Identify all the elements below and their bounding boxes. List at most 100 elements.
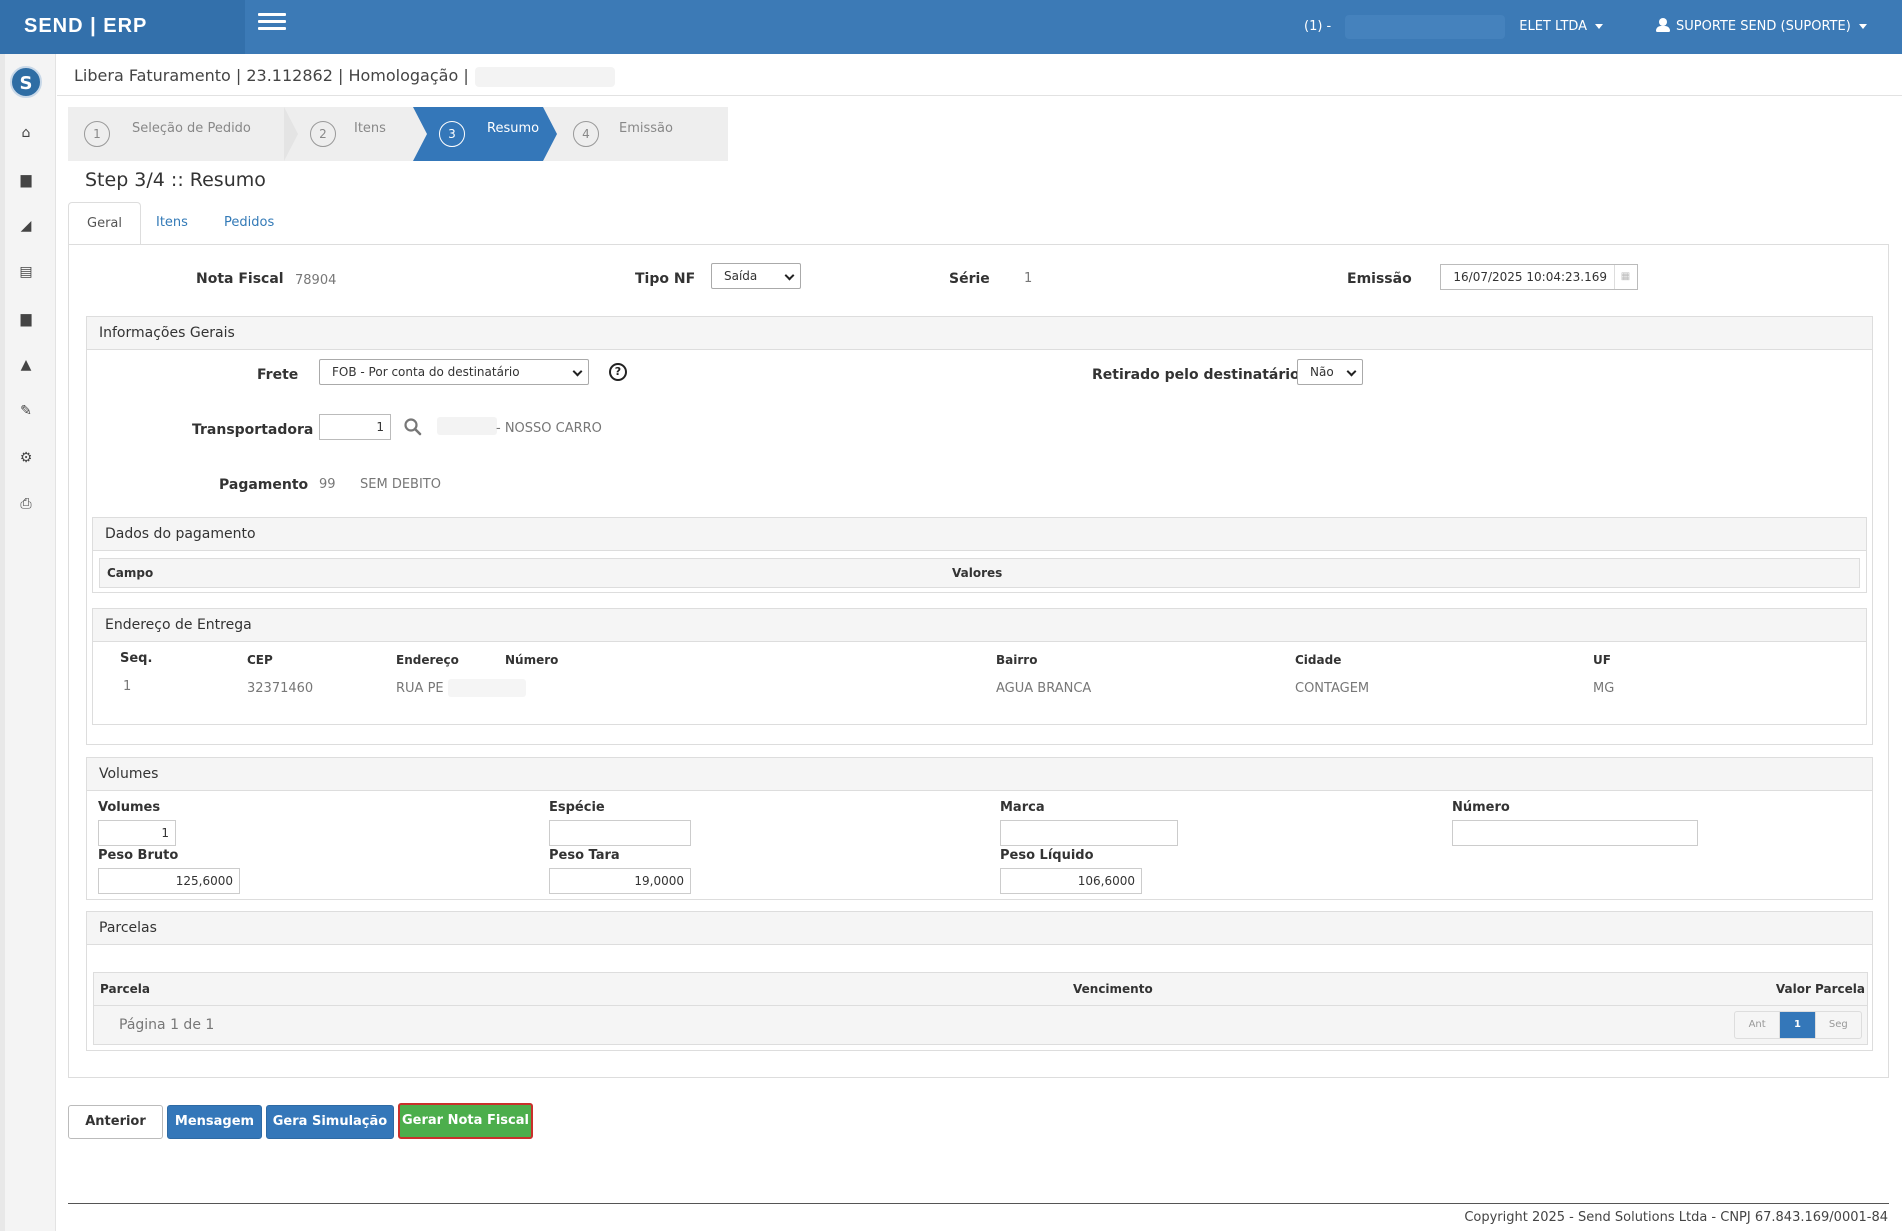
volumes-label: Volumes: [98, 800, 161, 815]
search-icon[interactable]: [403, 417, 423, 437]
column-header: Endereço: [396, 653, 459, 667]
nota-fiscal-label: Nota Fiscal: [196, 271, 284, 287]
emissao-input[interactable]: 16/07/2025 10:04:23.169: [1440, 264, 1638, 290]
user-menu[interactable]: SUPORTE SEND (SUPORTE): [1656, 0, 1867, 54]
menu-toggle-icon[interactable]: [258, 13, 286, 35]
road-icon[interactable]: ▲: [16, 356, 36, 374]
caret-down-icon: [1595, 24, 1604, 29]
peso-liquido-input[interactable]: 106,6000: [1000, 868, 1142, 894]
panel-title: Parcelas: [87, 912, 1872, 945]
step-label: Itens: [354, 121, 386, 136]
home-icon[interactable]: ⌂: [16, 124, 36, 142]
especie-input[interactable]: [549, 820, 691, 846]
serie-value: 1: [1024, 271, 1033, 286]
peso-liquido-label: Peso Líquido: [1000, 848, 1094, 863]
breadcrumb: Libera Faturamento | 23.112862 | Homolog…: [74, 66, 615, 87]
pager: Ant 1 Seg: [1734, 1011, 1862, 1039]
volumes-panel: Volumes Volumes 1 Espécie Marca Número P…: [86, 757, 1873, 900]
tipo-nf-select[interactable]: Saída: [711, 263, 801, 289]
pagamento-label: Pagamento: [219, 477, 309, 493]
wrench-icon[interactable]: ✎: [16, 402, 36, 420]
mensagem-button[interactable]: Mensagem: [167, 1105, 262, 1139]
wizard-step-4[interactable]: 4 Emissão: [557, 107, 707, 161]
step-number: 1: [84, 121, 110, 147]
wizard-steps: 1 Seleção de Pedido 2 Itens 3 Resumo 4 E…: [68, 107, 728, 161]
step-separator: [284, 107, 298, 161]
retirado-label: Retirado pelo destinatário: [1092, 367, 1300, 383]
table-header-row: Parcela Vencimento Valor Parcela: [93, 972, 1868, 1006]
column-header: Parcela: [100, 982, 150, 996]
step-number: 2: [310, 121, 336, 147]
column-header: CEP: [247, 653, 273, 667]
column-header: Valores: [952, 566, 1003, 580]
dados-pagamento-panel: Dados do pagamento Campo Valores: [92, 517, 1867, 593]
peso-tara-input[interactable]: 19,0000: [549, 868, 691, 894]
tab-pedidos[interactable]: Pedidos: [206, 202, 292, 245]
frete-label: Frete: [257, 367, 299, 383]
anterior-button[interactable]: Anterior: [68, 1105, 163, 1139]
cell-bairro: AGUA BRANCA: [996, 681, 1092, 696]
pager-prev[interactable]: Ant: [1735, 1012, 1781, 1038]
truck-icon[interactable]: ▆: [16, 171, 36, 189]
send-logo-icon[interactable]: S: [10, 66, 42, 98]
gerar-nota-fiscal-button[interactable]: Gerar Nota Fiscal: [398, 1103, 533, 1139]
tab-panel-geral: Nota Fiscal 78904 Tipo NF Saída Série 1 …: [68, 244, 1889, 1078]
marca-input[interactable]: [1000, 820, 1178, 846]
caret-down-icon: [1858, 24, 1867, 29]
wizard-step-3[interactable]: 3 Resumo: [413, 107, 543, 161]
tab-geral[interactable]: Geral: [68, 202, 141, 245]
pagamento-desc: SEM DEBITO: [360, 477, 441, 492]
footer-copyright: Copyright 2025 - Send Solutions Ltda - C…: [1464, 1210, 1888, 1225]
volumes-input[interactable]: 1: [98, 820, 176, 846]
cell-seq: 1: [123, 679, 132, 694]
pager-page-1[interactable]: 1: [1780, 1012, 1816, 1038]
table-footer: Página 1 de 1 Ant 1 Seg: [93, 1006, 1868, 1045]
peso-tara-label: Peso Tara: [549, 848, 620, 863]
endereco-panel: Endereço de Entrega Seq. CEP Endereço Nú…: [92, 608, 1867, 725]
pager-next[interactable]: Seg: [1816, 1012, 1861, 1038]
breadcrumb-text: Libera Faturamento | 23.112862 | Homolog…: [74, 66, 469, 85]
truck-icon[interactable]: ▆: [16, 310, 36, 328]
panel-title: Endereço de Entrega: [93, 609, 1866, 642]
company-name: ELET LTDA: [1519, 19, 1588, 34]
column-header: Bairro: [996, 653, 1038, 667]
marca-label: Marca: [1000, 800, 1045, 815]
page-info: Página 1 de 1: [119, 1017, 215, 1033]
numero-label: Número: [1452, 800, 1510, 815]
transportadora-code-input[interactable]: 1: [319, 414, 391, 440]
retirado-select[interactable]: Não: [1297, 359, 1363, 385]
calendar-icon[interactable]: ▦: [1614, 265, 1636, 289]
step-label: Seleção de Pedido: [132, 121, 251, 136]
frete-select[interactable]: FOB - Por conta do destinatário: [319, 359, 589, 385]
wizard-step-1[interactable]: 1 Seleção de Pedido: [68, 107, 284, 161]
brand-logo[interactable]: SEND | ERP: [0, 0, 245, 54]
step-number: 3: [439, 121, 465, 147]
cell-uf: MG: [1593, 681, 1615, 696]
footer-divider: [68, 1203, 1889, 1204]
numero-input[interactable]: [1452, 820, 1698, 846]
cell-endereco: RUA PE: [396, 681, 444, 696]
redacted-text: [474, 66, 615, 87]
main-content: Libera Faturamento | 23.112862 | Homolog…: [57, 54, 1902, 1231]
wizard-step-2[interactable]: 2 Itens: [298, 107, 413, 161]
panel-title: Volumes: [87, 758, 1872, 791]
area-chart-icon[interactable]: ◢: [16, 217, 36, 235]
step-label: Emissão: [619, 121, 673, 136]
tab-itens[interactable]: Itens: [138, 202, 206, 245]
help-icon[interactable]: ?: [609, 363, 627, 381]
transportadora-label: Transportadora: [192, 422, 314, 438]
column-header: Valor Parcela: [1775, 982, 1865, 996]
step-label: Resumo: [487, 121, 540, 136]
id-card-icon[interactable]: ▤: [16, 263, 36, 281]
pagamento-code: 99: [319, 477, 336, 492]
peso-bruto-label: Peso Bruto: [98, 848, 179, 863]
company-selector[interactable]: (1) - ELET LTDA: [1304, 0, 1604, 54]
cell-cep: 32371460: [247, 681, 314, 696]
gera-simulacao-button[interactable]: Gera Simulação: [266, 1105, 394, 1139]
column-header: Número: [505, 653, 559, 667]
info-gerais-panel: Informações Gerais Frete FOB - Por conta…: [86, 316, 1873, 745]
column-header: Cidade: [1295, 653, 1342, 667]
print-icon[interactable]: ⎙: [16, 495, 36, 513]
cogs-icon[interactable]: ⚙: [16, 449, 36, 467]
peso-bruto-input[interactable]: 125,6000: [98, 868, 240, 894]
